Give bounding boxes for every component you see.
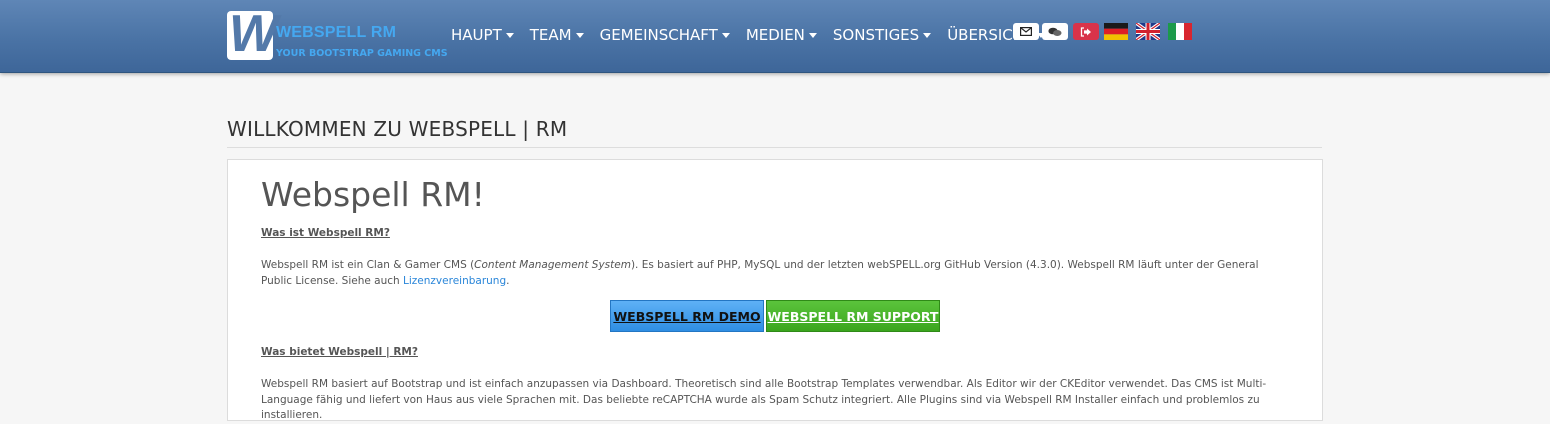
intro-paragraph: Webspell RM ist ein Clan & Gamer CMS (Co… — [261, 258, 1291, 289]
nav-item-label: GEMEINSCHAFT — [599, 26, 718, 44]
flag-italy-icon — [1168, 23, 1192, 40]
intro-text-part: Webspell RM ist ein Clan & Gamer CMS ( — [261, 259, 475, 271]
nav-item-team[interactable]: TEAM — [530, 26, 584, 44]
flag-germany-icon — [1104, 23, 1128, 40]
brand-title[interactable]: WEBSPELL RM — [276, 24, 396, 42]
chevron-down-icon — [575, 32, 584, 38]
login-button[interactable] — [1073, 23, 1099, 40]
section-question-what-is: Was ist Webspell RM? — [261, 227, 390, 239]
envelope-icon — [1020, 27, 1032, 36]
section-question-what-offers: Was bietet Webspell | RM? — [261, 346, 418, 358]
brand-logo[interactable]: W — [227, 5, 278, 63]
page-title: WILLKOMMEN ZU WEBSPELL | RM — [227, 117, 1322, 148]
main-menu: HAUPT TEAM GEMEINSCHAFT MEDIEN SONSTIGES… — [451, 26, 1061, 44]
login-icon — [1080, 26, 1091, 37]
nav-item-haupt[interactable]: HAUPT — [451, 26, 514, 44]
welcome-panel: Webspell RM! Was ist Webspell RM? Webspe… — [227, 159, 1323, 421]
intro-text-emphasis: Content Management System — [474, 259, 631, 271]
chevron-down-icon — [505, 32, 514, 38]
brand-logo-letter: W — [229, 5, 278, 63]
language-english[interactable] — [1136, 23, 1160, 40]
nav-item-gemeinschaft[interactable]: GEMEINSCHAFT — [600, 26, 730, 44]
intro-text-part: . — [506, 274, 510, 287]
nav-item-medien[interactable]: MEDIEN — [746, 26, 817, 44]
chevron-down-icon — [923, 32, 932, 38]
nav-item-sonstiges[interactable]: SONSTIGES — [832, 26, 932, 44]
brand-subtitle: YOUR BOOTSTRAP GAMING CMS — [276, 48, 448, 59]
nav-item-label: SONSTIGES — [832, 26, 920, 44]
top-navbar: W WEBSPELL RM YOUR BOOTSTRAP GAMING CMS … — [0, 0, 1550, 73]
panel-title: Webspell RM! — [261, 175, 485, 214]
chevron-down-icon — [721, 32, 730, 38]
support-button[interactable]: WEBSPELL RM SUPPORT — [766, 300, 940, 332]
demo-button[interactable]: WEBSPELL RM DEMO — [610, 300, 764, 332]
chat-icon — [1048, 27, 1062, 36]
nav-item-label: MEDIEN — [745, 26, 805, 44]
nav-item-label: HAUPT — [451, 26, 502, 44]
language-italian[interactable] — [1168, 23, 1192, 40]
nav-item-label: TEAM — [529, 26, 572, 44]
chat-button[interactable] — [1042, 23, 1068, 40]
language-german[interactable] — [1104, 23, 1128, 40]
flag-uk-icon — [1136, 23, 1160, 40]
features-paragraph: Webspell RM basiert auf Bootstrap und is… — [261, 378, 1267, 421]
license-link[interactable]: Lizenzvereinbarung — [403, 275, 506, 287]
messages-button[interactable] — [1013, 23, 1039, 40]
chevron-down-icon — [808, 32, 817, 38]
